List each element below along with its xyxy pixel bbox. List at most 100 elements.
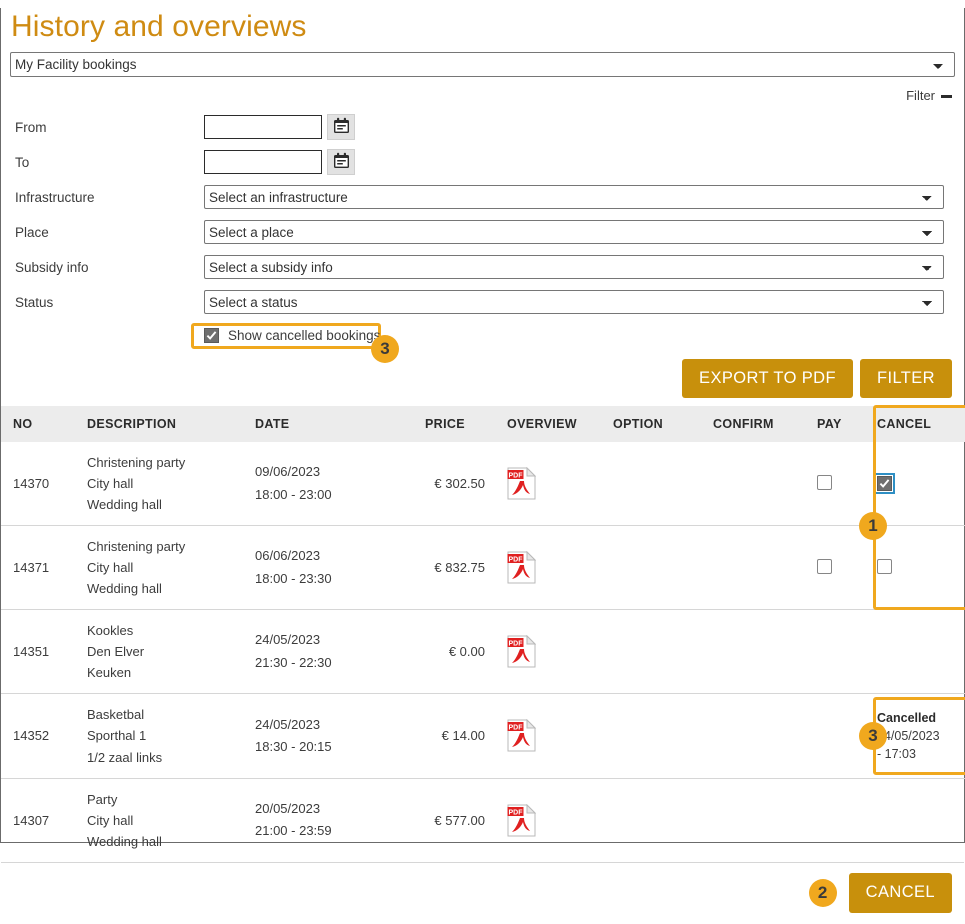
- table-header-row: NO DESCRIPTION DATE PRICE OVERVIEW OPTIO…: [1, 406, 965, 442]
- table-head: NO DESCRIPTION DATE PRICE OVERVIEW OPTIO…: [1, 406, 965, 442]
- time-range-value: 21:30 - 22:30: [255, 652, 417, 674]
- cancelled-status-date: 24/05/2023: [877, 727, 957, 745]
- description-line: 1/2 zaal links: [87, 747, 247, 768]
- pdf-icon: PDF: [507, 551, 536, 584]
- place-select[interactable]: Select a place: [204, 220, 944, 244]
- cell-cancel: [877, 442, 965, 526]
- cell-overview[interactable]: PDF: [493, 442, 613, 526]
- description-line: Keuken: [87, 662, 247, 683]
- date-value: 09/06/2023: [255, 461, 417, 483]
- form-row-infrastructure: Infrastructure Select an infrastructure: [1, 183, 964, 212]
- svg-text:PDF: PDF: [509, 641, 524, 648]
- cell-price: € 0.00: [425, 610, 493, 694]
- pdf-icon: PDF: [507, 719, 536, 752]
- cell-no: 14351: [1, 610, 87, 694]
- description-line: City hall: [87, 557, 247, 578]
- infrastructure-select-container: Select an infrastructure: [204, 185, 944, 209]
- from-date-input[interactable]: [204, 115, 322, 139]
- show-cancelled-label: Show cancelled bookings: [228, 328, 380, 343]
- to-calendar-button[interactable]: [327, 149, 355, 175]
- cancelled-status-title: Cancelled: [877, 709, 957, 727]
- cell-cancel: [877, 778, 965, 862]
- table-row: 14307PartyCity hallWedding hall20/05/202…: [1, 778, 965, 862]
- pay-checkbox[interactable]: [817, 475, 832, 490]
- annotation-badge-3-filter: 3: [371, 335, 399, 363]
- cell-cancel: Cancelled24/05/2023- 17:03: [877, 694, 965, 778]
- description-line: Wedding hall: [87, 831, 247, 852]
- column-header-description: DESCRIPTION: [87, 406, 255, 442]
- cell-confirm: [713, 610, 817, 694]
- table-row: 14370Christening partyCity hallWedding h…: [1, 442, 965, 526]
- description-line: Wedding hall: [87, 494, 247, 515]
- column-header-overview: OVERVIEW: [493, 406, 613, 442]
- description-line: Christening party: [87, 452, 247, 473]
- cell-confirm: [713, 526, 817, 610]
- cell-description: Christening partyCity hallWedding hall: [87, 526, 255, 610]
- description-line: City hall: [87, 810, 247, 831]
- annotation-badge-2: 2: [809, 879, 837, 907]
- from-calendar-button[interactable]: [327, 114, 355, 140]
- cancel-checkbox[interactable]: [877, 559, 892, 574]
- check-icon: [879, 478, 890, 489]
- cell-pay: [817, 610, 877, 694]
- svg-text:PDF: PDF: [509, 809, 524, 816]
- cell-option: [613, 778, 713, 862]
- cancel-button[interactable]: CANCEL: [849, 873, 952, 913]
- column-header-price: PRICE: [425, 406, 493, 442]
- cancel-checkbox[interactable]: [877, 476, 892, 491]
- cell-overview[interactable]: PDF: [493, 778, 613, 862]
- cell-overview[interactable]: PDF: [493, 694, 613, 778]
- view-select[interactable]: My Facility bookings: [10, 52, 955, 77]
- form-row-place: Place Select a place: [1, 218, 964, 247]
- time-range-value: 18:00 - 23:00: [255, 484, 417, 506]
- export-to-pdf-button[interactable]: EXPORT TO PDF: [682, 359, 853, 399]
- status-select[interactable]: Select a status: [204, 290, 944, 314]
- show-cancelled-checkbox[interactable]: [204, 328, 219, 343]
- cell-price: € 832.75: [425, 526, 493, 610]
- description-line: Kookles: [87, 620, 247, 641]
- calendar-icon: [333, 152, 350, 172]
- table-row: 14351KooklesDen ElverKeuken24/05/202321:…: [1, 610, 965, 694]
- cell-option: [613, 526, 713, 610]
- cell-overview[interactable]: PDF: [493, 526, 613, 610]
- column-header-pay: PAY: [817, 406, 877, 442]
- pdf-icon: PDF: [507, 804, 536, 837]
- table-footer: 2 CANCEL: [1, 862, 964, 924]
- footer-actions: 2 CANCEL: [1, 863, 964, 924]
- column-header-no: NO: [1, 406, 87, 442]
- description-line: Wedding hall: [87, 578, 247, 599]
- svg-text:PDF: PDF: [509, 557, 524, 564]
- form-row-subsidy-info: Subsidy info Select a subsidy info: [1, 253, 964, 282]
- filter-button[interactable]: FILTER: [860, 359, 952, 399]
- filter-collapse-toggle[interactable]: Filter: [906, 88, 952, 103]
- cell-overview[interactable]: PDF: [493, 610, 613, 694]
- cell-date: 09/06/202318:00 - 23:00: [255, 442, 425, 526]
- place-label: Place: [1, 225, 204, 240]
- pay-checkbox[interactable]: [817, 559, 832, 574]
- annotation-badge-3-row: 3: [859, 722, 887, 750]
- date-value: 24/05/2023: [255, 629, 417, 651]
- form-row-to: To: [1, 148, 964, 177]
- from-label: From: [1, 120, 204, 135]
- to-date-input[interactable]: [204, 150, 322, 174]
- subsidy-info-label: Subsidy info: [1, 260, 204, 275]
- annotation-badge-1: 1: [859, 512, 887, 540]
- description-line: Party: [87, 789, 247, 810]
- infrastructure-select[interactable]: Select an infrastructure: [204, 185, 944, 209]
- to-label: To: [1, 155, 204, 170]
- time-range-value: 18:30 - 20:15: [255, 736, 417, 758]
- cell-description: BasketbalSporthal 11/2 zaal links: [87, 694, 255, 778]
- cell-cancel: [877, 526, 965, 610]
- subsidy-info-select[interactable]: Select a subsidy info: [204, 255, 944, 279]
- infrastructure-label: Infrastructure: [1, 190, 204, 205]
- bookings-table: NO DESCRIPTION DATE PRICE OVERVIEW OPTIO…: [1, 406, 965, 862]
- cell-no: 14352: [1, 694, 87, 778]
- description-line: Basketbal: [87, 704, 247, 725]
- cell-option: [613, 694, 713, 778]
- filter-form: From To: [1, 103, 964, 357]
- time-range-value: 18:00 - 23:30: [255, 568, 417, 590]
- column-header-confirm: CONFIRM: [713, 406, 817, 442]
- column-header-cancel: CANCEL: [877, 406, 965, 442]
- cell-option: [613, 610, 713, 694]
- view-select-container: My Facility bookings: [1, 52, 964, 77]
